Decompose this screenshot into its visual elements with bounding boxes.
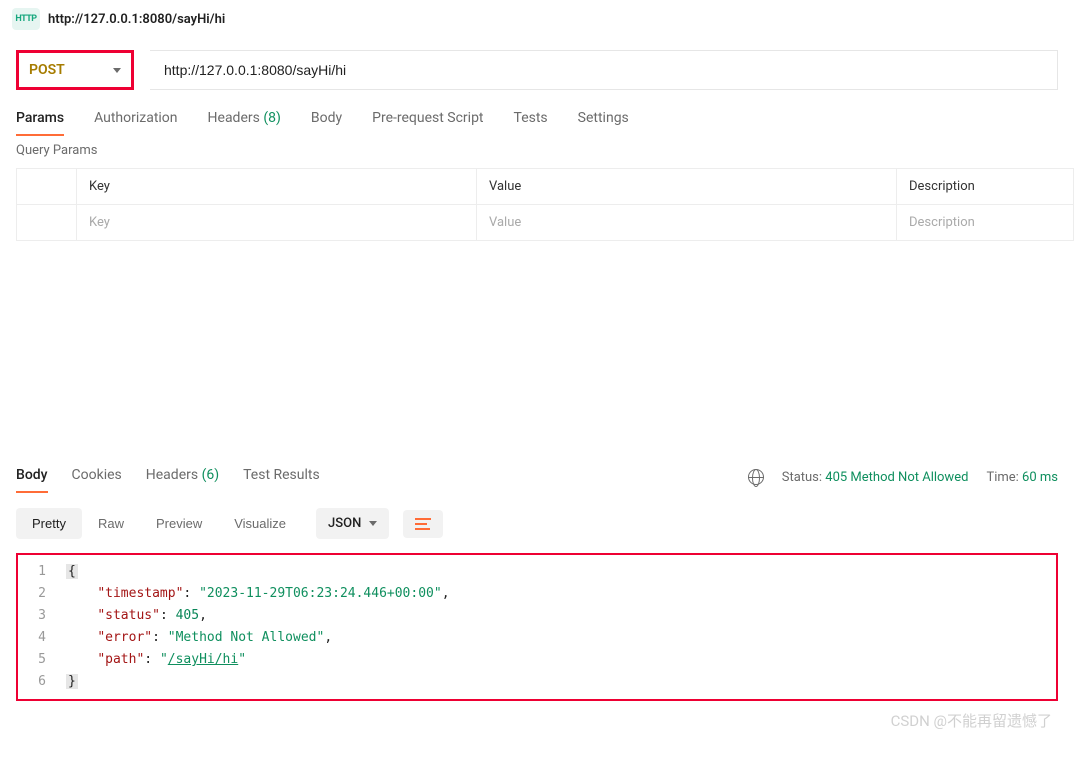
tab-title: http://127.0.0.1:8080/sayHi/hi [48,12,225,27]
response-tab-headers-count: (6) [202,467,220,483]
tab-headers-label: Headers [208,110,260,126]
time-block: Time: 60 ms [986,470,1058,485]
code-content: { "timestamp": "2023-11-29T06:23:24.446+… [58,561,1056,693]
value-header: Value [477,169,897,205]
json-val-path-q1: " [160,652,168,667]
code-line-2: "timestamp": "2023-11-29T06:23:24.446+00… [66,583,1056,605]
json-key-status: "status" [97,608,160,623]
line-number: 2 [18,583,46,605]
response-tabs: Body Cookies Headers (6) Test Results [16,461,344,493]
response-tab-test-results[interactable]: Test Results [243,461,320,493]
tab-header: HTTP http://127.0.0.1:8080/sayHi/hi [0,0,1074,38]
http-badge-text: HTTP [15,14,36,24]
tab-headers-count: (8) [263,110,281,126]
line-number: 3 [18,605,46,627]
line-number: 4 [18,627,46,649]
description-header: Description [897,169,1074,205]
code-line-3: "status": 405, [66,605,1056,627]
response-body-container: 1 2 3 4 5 6 { "timestamp": "2023-11-29T0… [16,553,1058,701]
tab-headers[interactable]: Headers (8) [208,104,281,136]
chevron-down-icon [369,521,377,526]
http-method-select[interactable]: POST [16,50,134,90]
table-row[interactable]: Key Value Description [17,205,1074,241]
wrap-lines-button[interactable] [403,510,443,538]
json-key-timestamp: "timestamp" [97,586,183,601]
status-value: 405 Method Not Allowed [825,470,968,485]
url-input[interactable] [150,50,1058,90]
tab-body[interactable]: Body [311,104,342,136]
tab-params[interactable]: Params [16,104,64,136]
code-line-4: "error": "Method Not Allowed", [66,627,1056,649]
params-table: Key Value Description Key Value Descript… [16,168,1074,241]
tab-pre-request[interactable]: Pre-request Script [372,104,483,136]
response-meta: Status: 405 Method Not Allowed Time: 60 … [748,469,1058,485]
http-badge-icon: HTTP [12,8,40,30]
response-header: Body Cookies Headers (6) Test Results St… [16,461,1058,494]
checkbox-header [17,169,77,205]
raw-button[interactable]: Raw [82,508,140,539]
description-cell[interactable]: Description [897,205,1074,241]
time-value: 60 ms [1022,470,1058,485]
response-tab-cookies[interactable]: Cookies [72,461,122,493]
json-val-path-q2: " [238,652,246,667]
line-number: 1 [18,561,46,583]
key-header: Key [77,169,477,205]
watermark: CSDN @不能再留遗憾了 [891,710,1052,731]
response-tab-headers-label: Headers [146,467,198,483]
json-key-path: "path" [97,652,144,667]
status-label: Status: [782,470,822,485]
json-key-error: "error" [97,630,152,645]
code-block[interactable]: 1 2 3 4 5 6 { "timestamp": "2023-11-29T0… [18,561,1056,693]
table-header-row: Key Value Description [17,169,1074,205]
code-line-6: } [66,671,1056,693]
json-val-path-link: /sayHi/hi [168,652,238,667]
request-tabs: Params Authorization Headers (8) Body Pr… [0,90,1074,137]
method-text: POST [29,62,65,78]
response-tab-body[interactable]: Body [16,461,48,493]
preview-button[interactable]: Preview [140,508,218,539]
tab-tests[interactable]: Tests [514,104,548,136]
open-brace: { [66,564,78,579]
tab-settings[interactable]: Settings [578,104,629,136]
json-val-error: "Method Not Allowed" [168,630,325,645]
globe-icon[interactable] [748,469,764,485]
wrap-lines-icon [415,518,431,530]
pretty-button[interactable]: Pretty [16,508,82,539]
json-val-status: 405 [176,608,199,623]
format-text: JSON [328,516,361,531]
chevron-down-icon [113,68,121,73]
row-checkbox[interactable] [17,205,77,241]
format-select[interactable]: JSON [316,508,389,539]
close-brace: } [66,674,78,689]
key-cell[interactable]: Key [77,205,477,241]
request-row: POST [0,38,1074,90]
json-val-timestamp: "2023-11-29T06:23:24.446+00:00" [199,586,442,601]
code-line-1: { [66,561,1056,583]
response-tab-headers[interactable]: Headers (6) [146,461,219,493]
line-numbers: 1 2 3 4 5 6 [18,561,58,693]
time-label: Time: [986,470,1018,485]
value-cell[interactable]: Value [477,205,897,241]
response-section: Body Cookies Headers (6) Test Results St… [0,461,1074,701]
status-block: Status: 405 Method Not Allowed [782,470,969,485]
line-number: 6 [18,671,46,693]
line-number: 5 [18,649,46,671]
code-line-5: "path": "/sayHi/hi" [66,649,1056,671]
response-toolbar: Pretty Raw Preview Visualize JSON [16,494,1058,553]
visualize-button[interactable]: Visualize [218,508,302,539]
tab-authorization[interactable]: Authorization [94,104,177,136]
query-params-title: Query Params [0,137,1074,168]
